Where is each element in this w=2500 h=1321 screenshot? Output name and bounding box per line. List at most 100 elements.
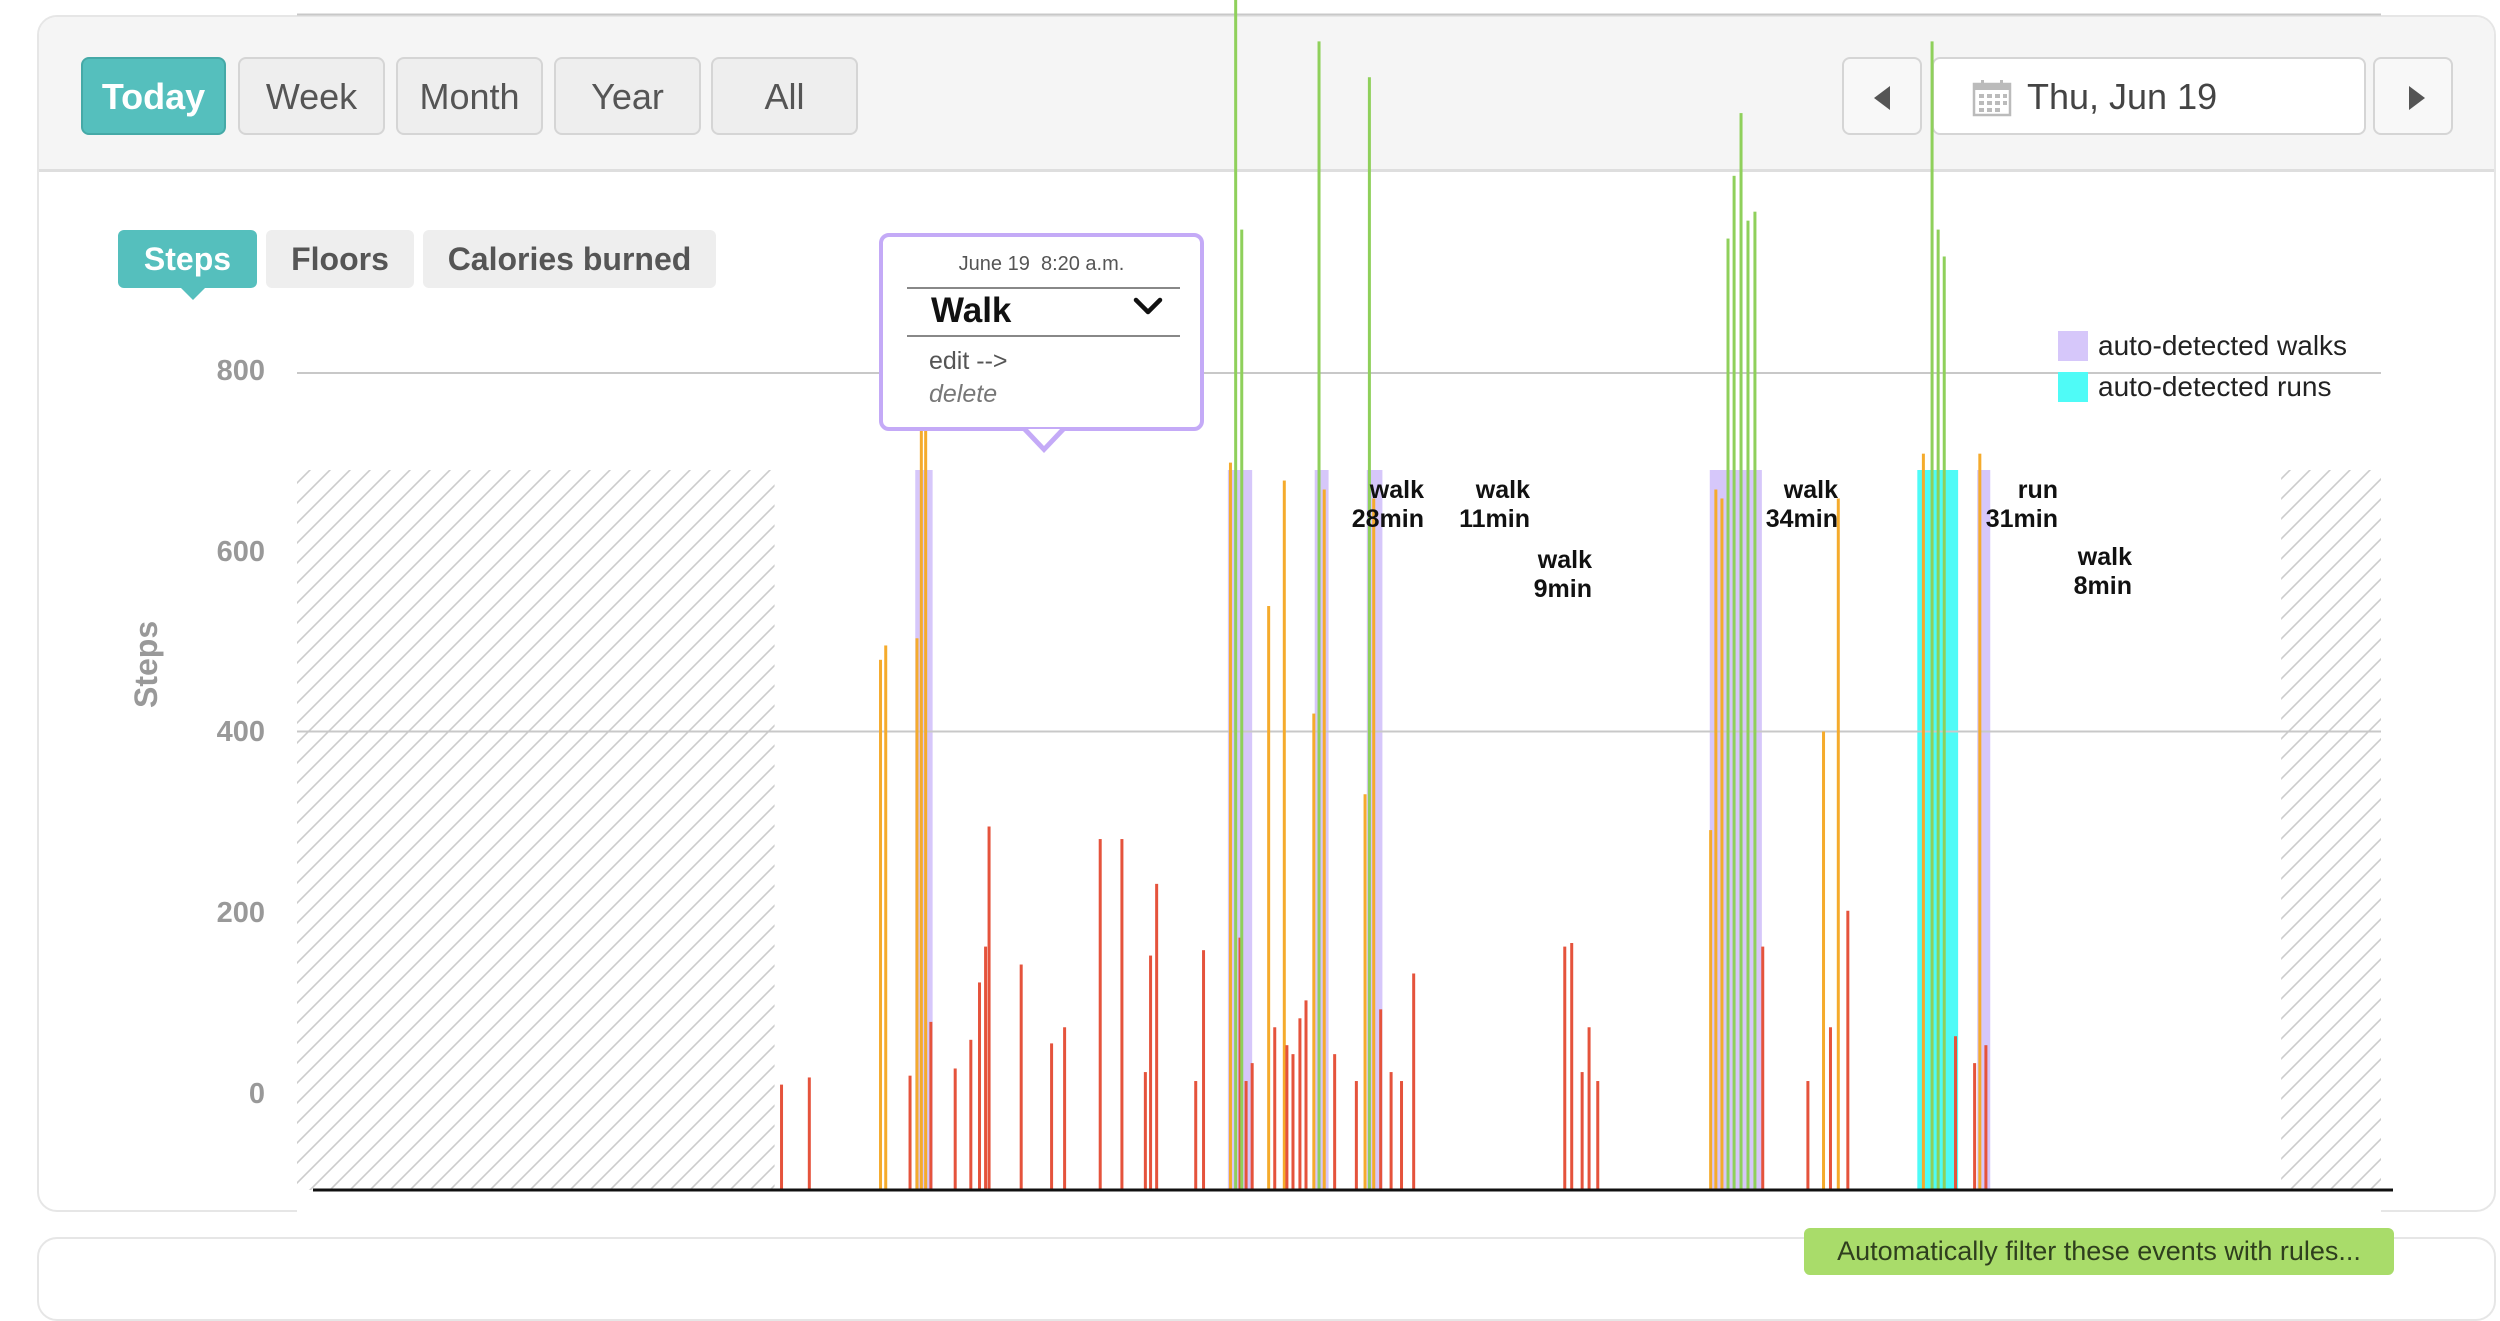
step-bar bbox=[1709, 830, 1713, 1190]
legend-label-runs: auto-detected runs bbox=[2098, 371, 2332, 402]
step-bar bbox=[1806, 1081, 1810, 1190]
step-bar bbox=[1194, 1081, 1198, 1190]
step-bar bbox=[1389, 1072, 1393, 1190]
popover-timestamp: June 19 8:20 a.m. bbox=[958, 253, 1125, 275]
step-bar bbox=[1354, 1081, 1358, 1190]
activity-type-select[interactable]: Walk bbox=[907, 287, 1180, 337]
step-bar bbox=[1050, 1043, 1054, 1190]
step-bar bbox=[1312, 713, 1316, 1190]
step-bar bbox=[1244, 1081, 1248, 1190]
step-bar bbox=[1563, 946, 1567, 1190]
step-bar bbox=[1291, 1054, 1295, 1190]
step-bar bbox=[1063, 1027, 1067, 1190]
activity-popover: June 19 8:20 a.m. Walk edit --> delete bbox=[879, 233, 1204, 453]
step-bar bbox=[1714, 489, 1718, 1190]
step-bar bbox=[1250, 1063, 1254, 1190]
activity-duration: 34min bbox=[1765, 505, 1838, 533]
step-bar bbox=[1234, 0, 1238, 1191]
step-bar bbox=[1726, 238, 1730, 1190]
step-bar bbox=[1587, 1027, 1591, 1190]
step-bar bbox=[1367, 77, 1371, 1190]
activity-type: walk bbox=[1475, 476, 1530, 504]
step-bar bbox=[1228, 462, 1232, 1190]
step-bar bbox=[807, 1077, 811, 1190]
step-bar bbox=[780, 1084, 784, 1190]
step-bar bbox=[953, 1068, 957, 1190]
activity-label: walk 9min bbox=[1500, 546, 1592, 604]
step-bar bbox=[1412, 973, 1416, 1190]
step-bar bbox=[1846, 910, 1850, 1190]
step-bar bbox=[1267, 606, 1271, 1190]
activity-label: walk 11min bbox=[1430, 476, 1530, 534]
step-bar bbox=[1282, 480, 1286, 1190]
step-bar bbox=[1930, 41, 1934, 1191]
step-bar bbox=[1720, 498, 1724, 1191]
steps-chart bbox=[297, 0, 2393, 1222]
step-bar bbox=[1746, 220, 1750, 1190]
step-bar bbox=[978, 982, 982, 1190]
step-bar bbox=[1954, 1036, 1958, 1190]
activity-label: walk 8min bbox=[2040, 543, 2132, 601]
no-data-region bbox=[2281, 470, 2381, 1190]
activity-label: walk 34min bbox=[1738, 476, 1838, 534]
activity-duration: 8min bbox=[2073, 572, 2132, 600]
step-bar bbox=[1732, 175, 1736, 1190]
step-bar bbox=[969, 1039, 973, 1190]
step-bar bbox=[1936, 229, 1940, 1191]
step-bar bbox=[1322, 489, 1326, 1190]
step-bar bbox=[908, 1075, 912, 1190]
step-bar bbox=[919, 328, 923, 1190]
step-bar bbox=[1202, 950, 1206, 1190]
step-bar bbox=[1120, 839, 1124, 1190]
activity-type: walk bbox=[1537, 546, 1592, 574]
edit-activity-link[interactable]: edit --> bbox=[929, 347, 1008, 376]
activity-label: run 31min bbox=[1958, 476, 2058, 534]
activity-type: walk bbox=[1369, 476, 1424, 504]
no-data-region bbox=[297, 470, 775, 1190]
legend-label-walks: auto-detected walks bbox=[2098, 330, 2348, 361]
step-bar bbox=[1273, 1027, 1277, 1190]
activity-duration: 28min bbox=[1351, 505, 1424, 533]
step-bar bbox=[1333, 1054, 1337, 1190]
step-bar bbox=[1372, 498, 1376, 1191]
step-bar bbox=[1400, 1081, 1404, 1190]
popover-arrow-fill bbox=[1028, 429, 1060, 446]
step-bar bbox=[1836, 498, 1840, 1191]
step-bar bbox=[984, 946, 988, 1190]
delete-activity-link[interactable]: delete bbox=[929, 380, 997, 409]
activity-type: walk bbox=[2077, 543, 2132, 571]
activity-type: run bbox=[2017, 476, 2058, 504]
filter-events-button[interactable]: Automatically filter these events with r… bbox=[1804, 1228, 2394, 1275]
step-bar bbox=[1973, 1063, 1977, 1190]
step-bar bbox=[1739, 113, 1743, 1190]
step-bar bbox=[1822, 731, 1826, 1190]
step-bar bbox=[1942, 256, 1946, 1190]
step-bar bbox=[1304, 1000, 1308, 1190]
step-bar bbox=[1149, 955, 1153, 1190]
step-bar bbox=[1143, 1072, 1147, 1190]
step-bar bbox=[884, 645, 888, 1190]
activity-label: walk 28min bbox=[1320, 476, 1424, 534]
step-bar bbox=[1155, 883, 1159, 1190]
step-bar bbox=[1019, 964, 1023, 1190]
chevron-down-icon bbox=[1133, 297, 1163, 315]
step-bar bbox=[915, 638, 919, 1190]
step-bar bbox=[1921, 453, 1925, 1191]
step-bar bbox=[924, 399, 928, 1190]
step-bar bbox=[1363, 794, 1367, 1190]
step-bar bbox=[1570, 943, 1574, 1190]
legend-swatch-runs bbox=[2058, 372, 2088, 402]
step-bar bbox=[1978, 453, 1982, 1191]
activity-type: walk bbox=[1783, 476, 1838, 504]
step-bar bbox=[929, 1021, 933, 1190]
step-bar bbox=[1379, 1009, 1383, 1190]
step-bar bbox=[1580, 1072, 1584, 1190]
step-bar bbox=[1298, 1018, 1302, 1190]
step-bar bbox=[1753, 211, 1757, 1191]
activity-duration: 31min bbox=[1985, 505, 2058, 533]
activity-type-value: Walk bbox=[931, 291, 1012, 330]
step-bar bbox=[1596, 1081, 1600, 1190]
walk-band bbox=[1314, 470, 1329, 1190]
step-bar bbox=[1098, 839, 1102, 1190]
step-bar bbox=[879, 659, 883, 1190]
